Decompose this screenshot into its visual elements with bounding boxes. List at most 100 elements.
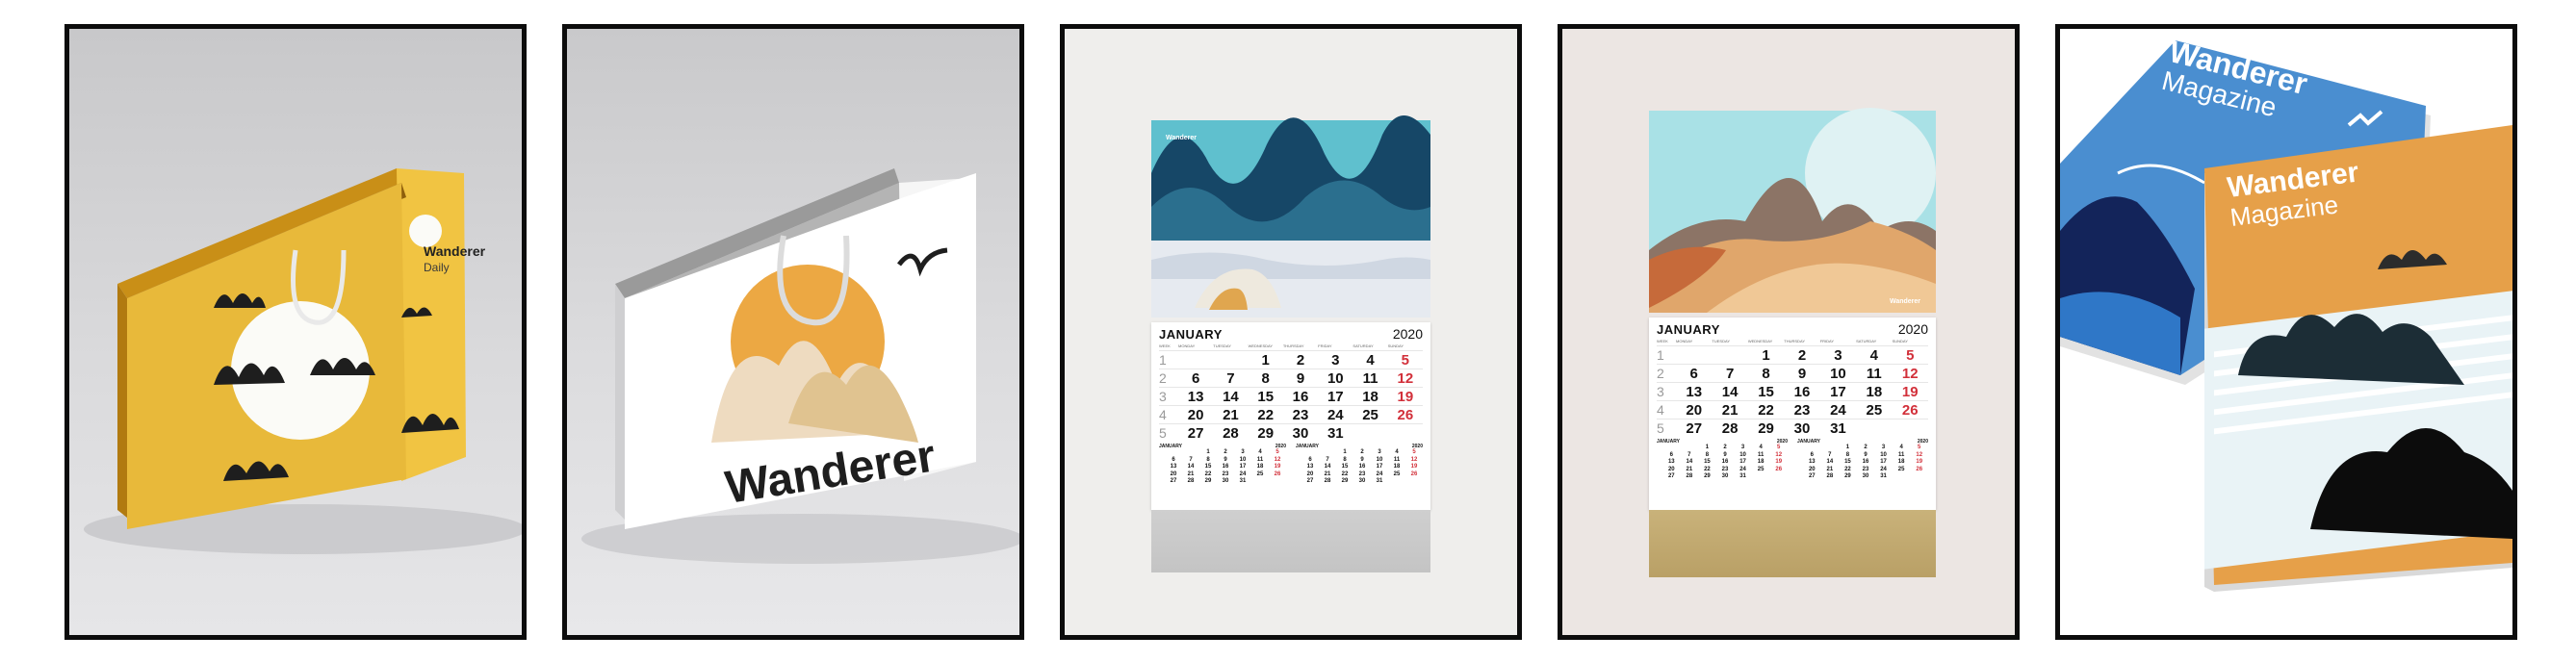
mini-day: 16 — [1721, 459, 1729, 465]
mini-day: 20 — [1306, 470, 1314, 477]
mini-day: 21 — [1324, 470, 1331, 477]
mini-day: 29 — [1204, 478, 1212, 484]
calendar-day: 3 — [1834, 346, 1842, 364]
bag-sub-label: Daily — [424, 261, 450, 274]
calendar-day: 27 — [1686, 419, 1703, 437]
mini-day: 22 — [1844, 466, 1851, 472]
mini-day: 18 — [1393, 464, 1401, 470]
week-number: 5 — [1657, 420, 1664, 436]
calendar-day: 19 — [1397, 388, 1414, 405]
mini-day: 21 — [1686, 466, 1693, 472]
mini-day: 13 — [1667, 459, 1675, 465]
calendar-day: 25 — [1362, 406, 1378, 423]
mini-day: 19 — [1916, 459, 1923, 465]
mini-day: 11 — [1897, 451, 1905, 458]
calendar-day: 5 — [1401, 351, 1410, 369]
calendar-rows: 1 1 2 3 4 5 2 6 7 8 9 10 11 12 3 13 14 15 16 17 18 19 4 20 21 22 2… — [1649, 345, 1936, 437]
mini-day: 21 — [1826, 466, 1834, 472]
mini-day: 6 — [1669, 451, 1673, 458]
weekday-label: SUNDAY — [1892, 339, 1908, 343]
weekday-label: WEDNESDAY — [1248, 343, 1274, 348]
week-number: 3 — [1159, 389, 1167, 404]
calendar-day: 29 — [1758, 419, 1774, 437]
mini-day: 30 — [1222, 478, 1229, 484]
mini-day: 30 — [1358, 478, 1366, 484]
calendar-day: 9 — [1296, 369, 1305, 387]
mini-day: 9 — [1224, 456, 1227, 463]
weekday-label: TUESDAY — [1712, 339, 1731, 343]
mini-week-row: 20 21 22 23 24 25 26 — [1657, 467, 1788, 474]
mini-week-row: 20 21 22 23 24 25 26 — [1797, 467, 1928, 474]
magazines-illustration: Wanderer Magazine Wanderer Magazine — [2060, 34, 2512, 592]
mini-day: 18 — [1757, 459, 1765, 465]
calendar-grid: JANUARY 2020 WEEK MONDAY TUESDAY WEDNESD… — [1151, 322, 1430, 510]
mini-day: 9 — [1360, 456, 1364, 463]
calendar-day: 23 — [1793, 401, 1811, 419]
mini-week-row: 27 28 29 30 31 — [1797, 473, 1928, 481]
mini-day: 4 — [1759, 445, 1763, 450]
mini-day: 18 — [1897, 459, 1905, 465]
calendar-grid: JANUARY 2020 WEEK MONDAY TUESDAY WEDNESD… — [1649, 318, 1936, 510]
calendar-day: 19 — [1901, 383, 1919, 400]
mini-day: 19 — [1274, 464, 1281, 470]
mini-day — [1769, 473, 1788, 481]
mini-calendars: JANUARY 2020 1 2 3 4 5 6 7 8 9 10 11 12 13 14 15 16 17 18 19… — [1649, 437, 1936, 481]
calendar-day: 10 — [1830, 365, 1846, 382]
mini-day: 20 — [1808, 466, 1816, 472]
mini-day: 6 — [1810, 451, 1814, 458]
week-number: 4 — [1159, 407, 1167, 422]
mini-day: 26 — [1410, 470, 1418, 477]
mini-day: 29 — [1704, 473, 1711, 479]
week-number: 4 — [1657, 402, 1664, 418]
mini-day: 23 — [1358, 470, 1366, 477]
mini-day: 12 — [1410, 456, 1418, 463]
mini-day: 1 — [1343, 449, 1347, 455]
mini-day — [1803, 445, 1821, 452]
white-bag-illustration: Wanderer — [581, 168, 1019, 564]
calendar-day: 21 — [1721, 401, 1739, 419]
mini-week-row: 6 7 8 9 10 11 12 — [1159, 457, 1286, 465]
calendar-day: 15 — [1758, 383, 1774, 400]
mini-week-row: 1 2 3 4 5 — [1657, 445, 1788, 452]
mini-day: 6 — [1308, 456, 1312, 463]
mini-day: 9 — [1723, 451, 1727, 458]
mini-day: 31 — [1880, 473, 1887, 479]
calendar-day: 7 — [1226, 369, 1235, 387]
calendar-day: 18 — [1362, 388, 1378, 405]
mini-day — [1388, 478, 1405, 486]
mini-day — [1269, 478, 1286, 486]
weekday-label: SUNDAY — [1387, 343, 1404, 348]
mini-day: 31 — [1376, 478, 1383, 484]
calendar-week-row: 1 1 2 3 4 5 — [1159, 350, 1423, 369]
mini-day: 16 — [1222, 464, 1229, 470]
week-number: 3 — [1657, 384, 1664, 399]
mini-calendar: JANUARY 2020 1 2 3 4 5 6 7 8 9 10 11 12 13 14 15 16 17 18 19… — [1657, 439, 1788, 481]
calendar-day: 24 — [1327, 406, 1344, 423]
mini-day: 28 — [1324, 478, 1331, 484]
mini-day: 31 — [1239, 478, 1247, 484]
mini-day: 8 — [1705, 451, 1710, 458]
mini-day: 7 — [1326, 456, 1329, 463]
calendar-day: 17 — [1830, 383, 1846, 400]
mini-day: 16 — [1862, 459, 1869, 465]
mini-calendar: JANUARY 2020 1 2 3 4 5 6 7 8 9 10 11 12 13 14 15 16 17 18 19… — [1159, 444, 1286, 486]
mini-day: 10 — [1880, 451, 1887, 458]
mini-day: 17 — [1239, 464, 1247, 470]
calendar-day: 20 — [1187, 406, 1204, 423]
calendar-day: 13 — [1187, 388, 1204, 405]
mini-day: 19 — [1410, 464, 1418, 470]
mini-day: 19 — [1775, 459, 1783, 465]
calendar-day: 26 — [1901, 401, 1919, 419]
calendar-day: 26 — [1397, 406, 1414, 423]
mini-day: 26 — [1274, 470, 1281, 477]
mini-day: 2 — [1864, 445, 1868, 450]
calendar-month: JANUARY — [1657, 322, 1720, 337]
calendar-week-row: 2 6 7 8 9 10 11 12 — [1657, 364, 1928, 382]
mini-calendars: JANUARY 2020 1 2 3 4 5 6 7 8 9 10 11 12 13 14 15 16 17 18 19… — [1151, 442, 1430, 486]
calendar-day: 16 — [1793, 383, 1811, 400]
mini-day: 24 — [1739, 466, 1746, 472]
weekday-label: THURSDAY — [1282, 343, 1304, 348]
mini-day: 10 — [1239, 456, 1247, 463]
calendar-week-row: 2 6 7 8 9 10 11 12 — [1159, 369, 1423, 387]
calendar-foot — [1151, 510, 1430, 572]
